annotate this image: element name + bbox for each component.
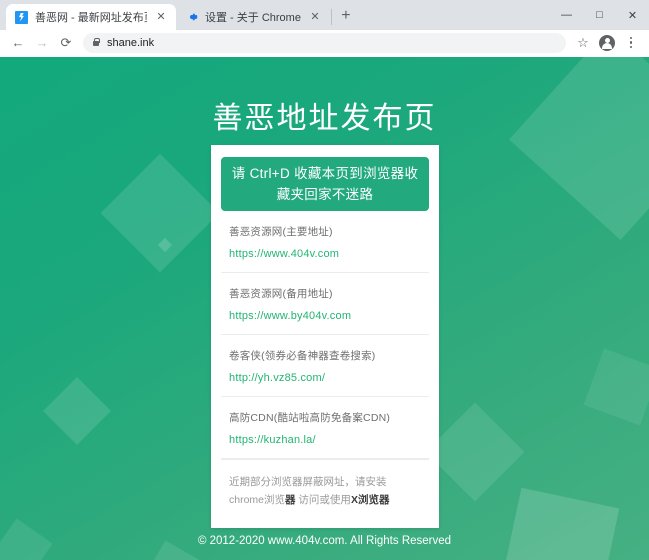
title-bar: 善恶网 - 最新网址发布页 ✕ 设置 - 关于 Chrome ✕ + — □ ✕ (0, 0, 649, 30)
maximize-button[interactable]: □ (583, 0, 616, 30)
tab-shane-site[interactable]: 善恶网 - 最新网址发布页 ✕ (6, 4, 176, 30)
url-text: shane.ink (107, 37, 154, 49)
bookmark-banner: 请 Ctrl+D 收藏本页到浏览器收藏夹回家不迷路 (221, 157, 429, 211)
tab-title: 设置 - 关于 Chrome (205, 9, 301, 25)
person-icon (599, 35, 615, 51)
tab-title: 善恶网 - 最新网址发布页 (35, 9, 147, 25)
chrome-menu-button[interactable] (620, 32, 642, 54)
reload-icon[interactable]: ⟳ (55, 32, 77, 54)
close-icon[interactable]: ✕ (154, 10, 168, 24)
link-label: 高防CDN(酷站啦高防免备案CDN) (229, 410, 421, 425)
link-card: 请 Ctrl+D 收藏本页到浏览器收藏夹回家不迷路 善恶资源网(主要地址) ht… (211, 145, 439, 528)
decorative-diamond (43, 377, 111, 445)
tab-chrome-settings[interactable]: 设置 - 关于 Chrome ✕ (176, 4, 330, 30)
notice-emphasis-2: X浏览器 (351, 494, 390, 506)
bookmark-star-icon[interactable]: ☆ (572, 32, 594, 54)
decorative-diamond (584, 349, 649, 426)
link-label: 卷客侠(领券必备神器查卷搜索) (229, 348, 421, 363)
notice-emphasis: 器 (285, 494, 296, 506)
decorative-diamond (101, 154, 220, 273)
new-tab-button[interactable]: + (333, 3, 359, 29)
back-icon[interactable]: ← (7, 32, 29, 54)
link-row[interactable]: 善恶资源网(备用地址) https://www.by404v.com (221, 273, 429, 335)
link-row[interactable]: 善恶资源网(主要地址) https://www.404v.com (221, 211, 429, 273)
site-link[interactable]: http://yh.vz85.com/ (229, 372, 421, 384)
three-dots-icon (623, 37, 639, 49)
link-row[interactable]: 卷客侠(领券必备神器查卷搜索) http://yh.vz85.com/ (221, 335, 429, 397)
profile-avatar[interactable] (596, 32, 618, 54)
link-label: 善恶资源网(主要地址) (229, 224, 421, 239)
site-link[interactable]: https://kuzhan.la/ (229, 434, 421, 446)
window-controls: — □ ✕ (550, 0, 649, 30)
gear-icon (185, 11, 198, 24)
decorative-diamond (426, 403, 525, 502)
forward-icon[interactable]: → (31, 32, 53, 54)
address-bar[interactable]: shane.ink (83, 33, 566, 53)
close-icon[interactable]: ✕ (308, 10, 322, 24)
tab-strip: 善恶网 - 最新网址发布页 ✕ 设置 - 关于 Chrome ✕ + (0, 0, 359, 30)
link-label: 善恶资源网(备用地址) (229, 286, 421, 301)
browser-window: 善恶网 - 最新网址发布页 ✕ 设置 - 关于 Chrome ✕ + — □ ✕… (0, 0, 649, 560)
close-window-button[interactable]: ✕ (616, 0, 649, 30)
browser-toolbar: ← → ⟳ shane.ink ☆ (0, 30, 649, 56)
lock-icon (92, 38, 100, 47)
tab-separator (331, 9, 332, 25)
minimize-button[interactable]: — (550, 0, 583, 30)
notice-text-part2: 访问或使用 (296, 494, 351, 506)
site-link[interactable]: https://www.404v.com (229, 248, 421, 260)
link-row[interactable]: 高防CDN(酷站啦高防免备案CDN) https://kuzhan.la/ (221, 397, 429, 459)
page-footer: © 2012-2020 www.404v.com. All Rights Res… (0, 522, 649, 560)
browser-notice: 近期部分浏览器屏蔽网址，请安装chrome浏览器 访问或使用X浏览器 (221, 459, 429, 522)
site-link[interactable]: https://www.by404v.com (229, 310, 421, 322)
shane-favicon (15, 11, 28, 24)
page-content: 善恶地址发布页 请 Ctrl+D 收藏本页到浏览器收藏夹回家不迷路 善恶资源网(… (0, 57, 649, 560)
page-title: 善恶地址发布页 (0, 57, 649, 137)
